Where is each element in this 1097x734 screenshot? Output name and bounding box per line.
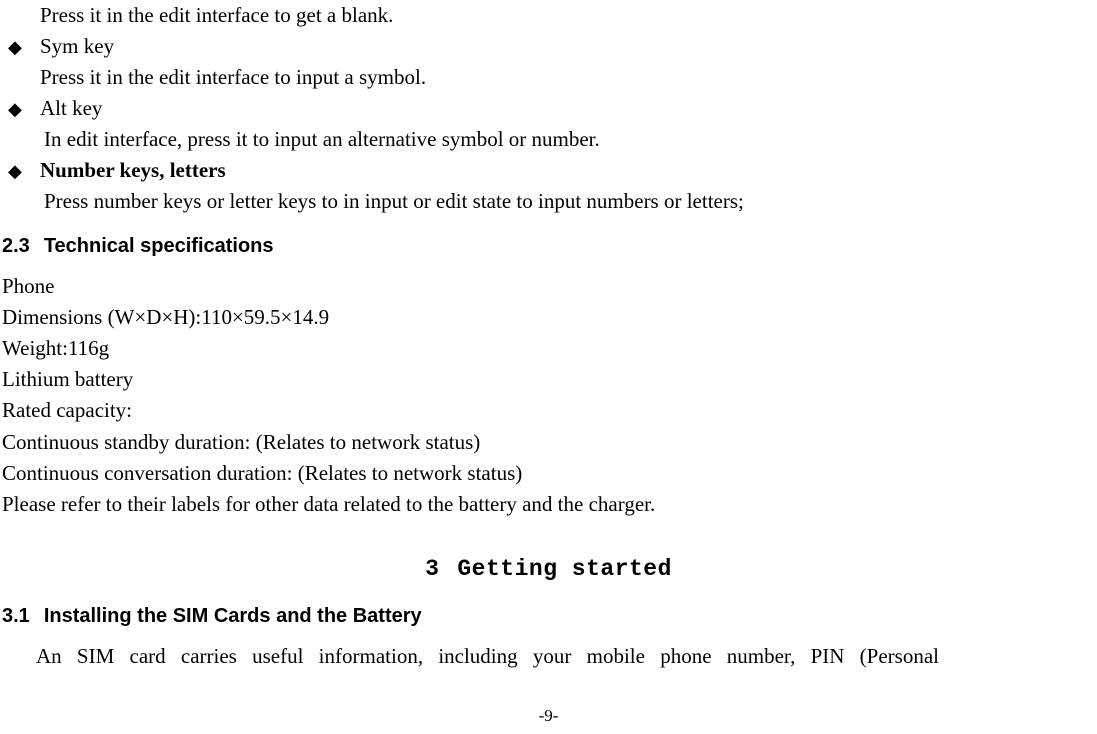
chapter-title: Getting started [457, 556, 672, 582]
page-number: -9- [0, 703, 1097, 728]
diamond-bullet-icon: ◆ [4, 158, 40, 185]
list-item: ◆ Sym key [0, 31, 1097, 62]
sym-key-title: Sym key [40, 31, 1097, 62]
alt-key-title: Alt key [40, 93, 1097, 124]
section-3-1-body: An SIM card carries useful information, … [0, 641, 1097, 672]
spec-capacity: Rated capacity: [0, 395, 1097, 426]
diamond-bullet-icon: ◆ [4, 34, 40, 61]
chapter-heading-3: 3 Getting started [0, 552, 1097, 586]
section-heading-2-3: 2.3 Technical specifications [0, 232, 1097, 262]
number-keys-title: Number keys, letters [40, 155, 1097, 186]
spec-conversation: Continuous conversation duration: (Relat… [0, 458, 1097, 489]
spec-standby: Continuous standby duration: (Relates to… [0, 427, 1097, 458]
section-number: 3.1 [2, 602, 30, 632]
number-keys-description: Press number keys or letter keys to in i… [0, 186, 1097, 217]
section-heading-3-1: 3.1 Installing the SIM Cards and the Batt… [0, 602, 1097, 632]
alt-key-description: In edit interface, press it to input an … [0, 124, 1097, 155]
spec-weight: Weight:116g [0, 333, 1097, 364]
spec-battery: Lithium battery [0, 364, 1097, 395]
spec-refer: Please refer to their labels for other d… [0, 489, 1097, 520]
sym-key-description: Press it in the edit interface to input … [0, 62, 1097, 93]
diamond-bullet-icon: ◆ [4, 96, 40, 123]
chapter-number: 3 [425, 552, 439, 586]
section-title: Technical specifications [44, 235, 274, 257]
prev-item-description: Press it in the edit interface to get a … [0, 0, 1097, 31]
section-number: 2.3 [2, 232, 30, 262]
section-title: Installing the SIM Cards and the Battery [44, 605, 422, 627]
spec-dimensions: Dimensions (W×D×H):110×59.5×14.9 [0, 302, 1097, 333]
spec-phone: Phone [0, 271, 1097, 302]
list-item: ◆ Alt key [0, 93, 1097, 124]
list-item: ◆ Number keys, letters [0, 155, 1097, 186]
